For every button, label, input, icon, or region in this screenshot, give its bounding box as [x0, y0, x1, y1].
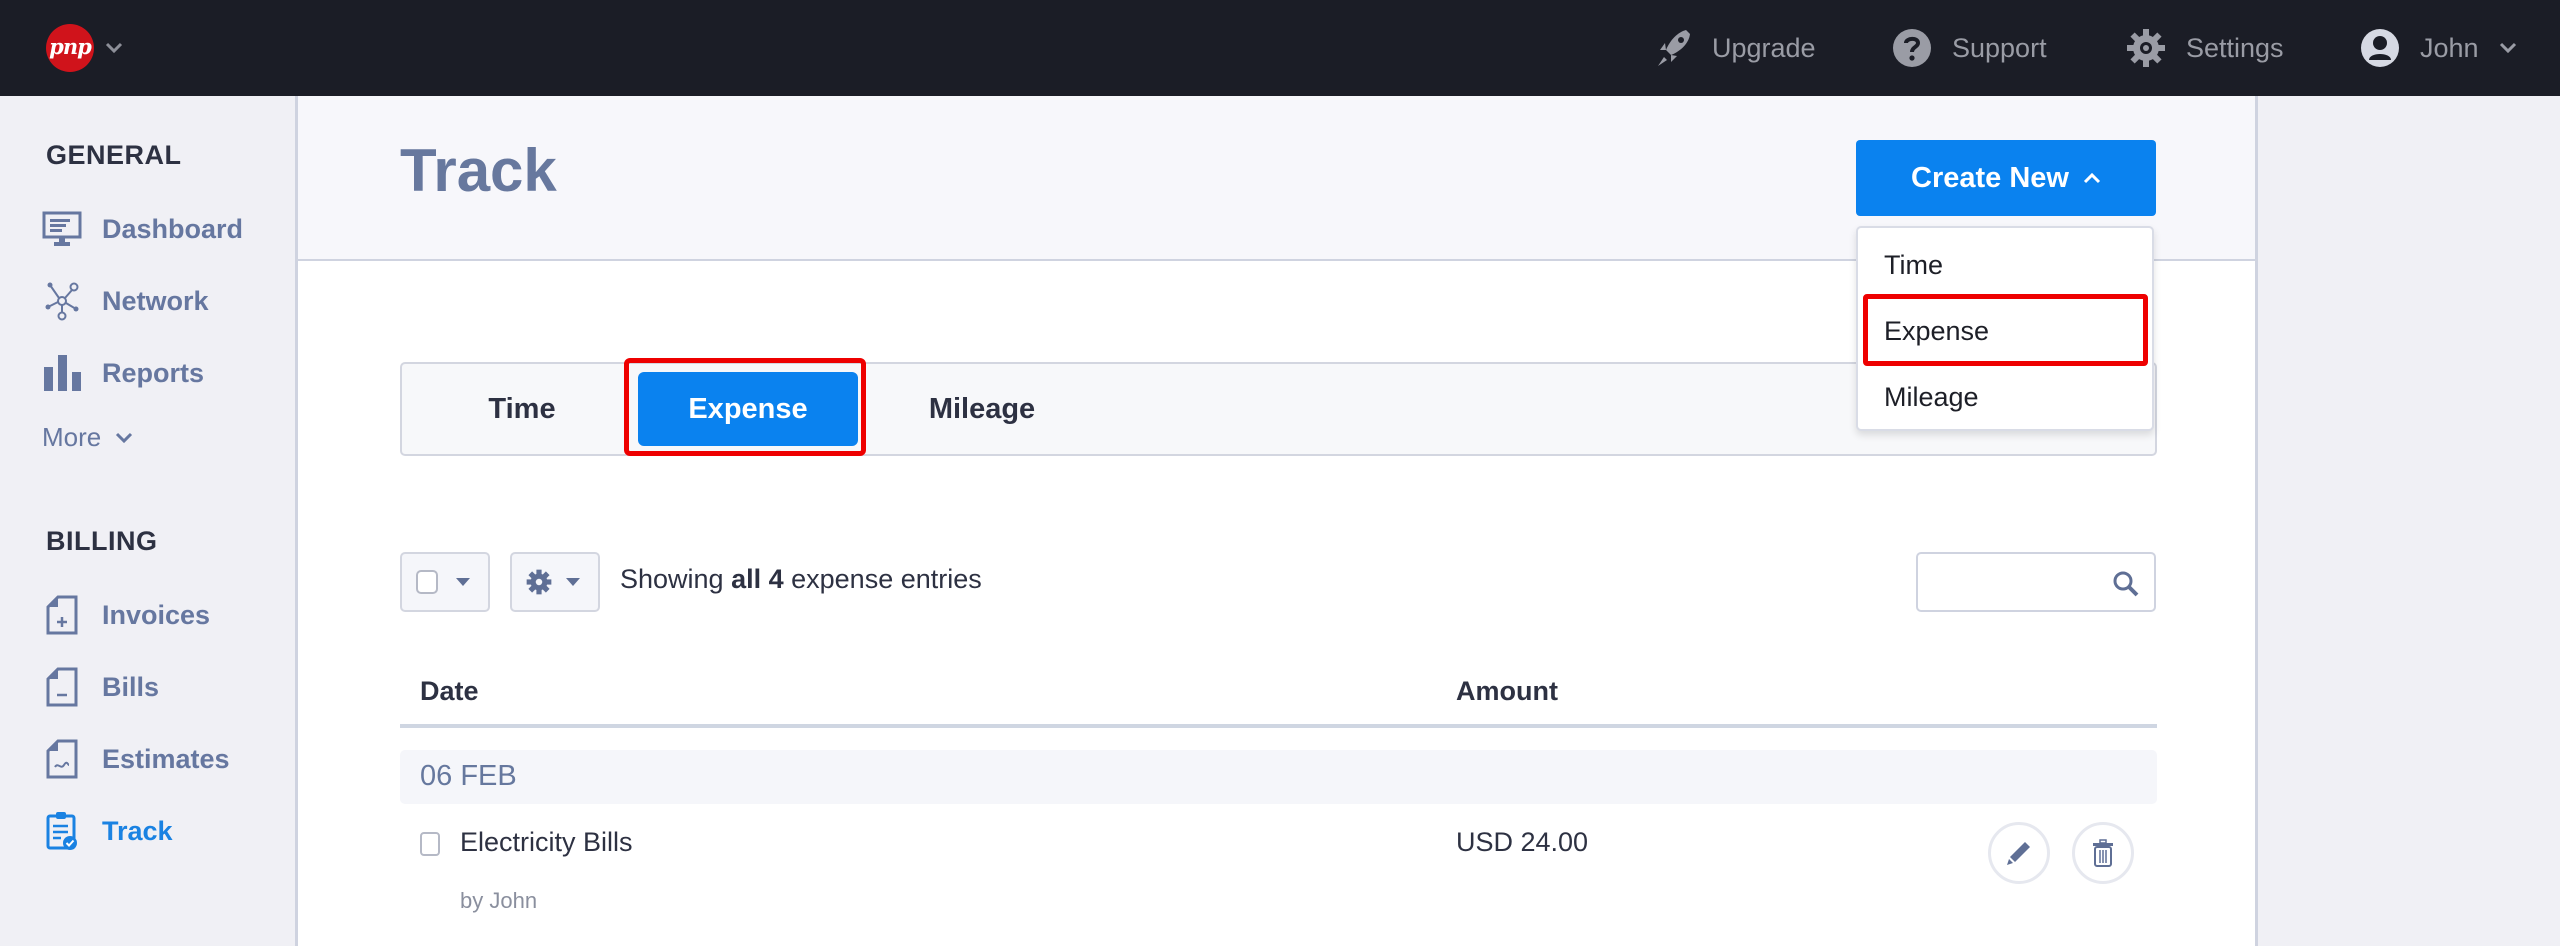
- chevron-down-icon: [116, 432, 133, 443]
- sidebar-item-label: Estimates: [102, 743, 230, 774]
- create-new-label: Create New: [1911, 161, 2069, 194]
- sidebar-item-label: Invoices: [102, 599, 211, 630]
- date-group-header: 06 FEB: [400, 750, 2157, 804]
- trash-icon: [2093, 839, 2113, 867]
- edit-button[interactable]: [1988, 822, 2050, 884]
- caret-down-icon: [456, 578, 470, 586]
- settings-label: Settings: [2186, 32, 2284, 63]
- sidebar-item-label: Network: [102, 285, 209, 316]
- caret-down-icon: [566, 578, 580, 586]
- chevron-down-icon[interactable]: [104, 38, 124, 58]
- section-title-general: GENERAL: [46, 140, 182, 170]
- sidebar-item-estimates[interactable]: Estimates: [42, 736, 230, 782]
- sidebar-item-invoices[interactable]: Invoices: [42, 592, 210, 638]
- settings-link[interactable]: Settings: [2126, 26, 2284, 70]
- page-title: Track: [400, 137, 557, 204]
- delete-button[interactable]: [2072, 822, 2134, 884]
- section-title-billing: BILLING: [46, 526, 158, 556]
- expense-amount: USD 24.00: [1456, 827, 1589, 857]
- select-all-checkbox[interactable]: [416, 570, 438, 594]
- expense-title[interactable]: Electricity Bills: [460, 827, 633, 858]
- bulk-select-dropdown[interactable]: [400, 552, 490, 612]
- bulk-actions-dropdown[interactable]: [510, 552, 600, 612]
- support-link[interactable]: Support: [1892, 26, 2047, 70]
- create-new-button[interactable]: Create New: [1856, 140, 2156, 216]
- search-input[interactable]: [1916, 552, 2156, 612]
- user-menu[interactable]: John: [2360, 26, 2537, 70]
- upgrade-label: Upgrade: [1712, 32, 1816, 63]
- pencil-icon: [2007, 842, 2030, 865]
- sidebar-item-label: Reports: [102, 357, 205, 388]
- search-icon[interactable]: [2112, 570, 2140, 598]
- more-label: More: [42, 422, 102, 452]
- results-summary: Showing all 4 expense entries: [620, 564, 982, 595]
- chevron-up-icon: [2083, 172, 2101, 184]
- sidebar: GENERAL Dashboard Network Reports More B…: [0, 96, 298, 946]
- menu-item-mileage[interactable]: Mileage: [1884, 382, 1979, 413]
- chevron-down-icon: [2499, 42, 2516, 54]
- sidebar-item-label: Dashboard: [102, 213, 244, 244]
- column-header-date[interactable]: Date: [420, 676, 479, 707]
- gear-icon: [2127, 29, 2165, 67]
- sidebar-item-label: Bills: [102, 671, 160, 702]
- right-gutter: [2255, 96, 2560, 946]
- user-avatar-icon: [2361, 29, 2399, 67]
- monitor-icon: [42, 209, 82, 249]
- menu-item-expense[interactable]: Expense: [1884, 316, 1989, 347]
- main-content: Track Create New Time Expense Mileage Ti…: [298, 96, 2255, 946]
- group-date: 06 FEB: [420, 760, 517, 792]
- bill-icon: [42, 667, 82, 707]
- row-checkbox[interactable]: [420, 832, 440, 856]
- highlight-box: [624, 358, 866, 456]
- sidebar-more-toggle[interactable]: More: [42, 422, 133, 453]
- sidebar-item-bills[interactable]: Bills: [42, 664, 159, 710]
- help-icon: [1893, 29, 1931, 67]
- sidebar-item-reports[interactable]: Reports: [42, 350, 204, 396]
- summary-suffix: expense entries: [783, 564, 982, 594]
- expense-author: by John: [460, 888, 538, 913]
- support-label: Support: [1952, 32, 2047, 63]
- top-navigation-bar: pnp Upgrade Support Settings John: [0, 0, 2560, 96]
- create-new-menu: Time Expense Mileage: [1856, 226, 2154, 431]
- summary-count: all 4: [731, 564, 784, 594]
- clipboard-check-icon: [42, 811, 82, 851]
- upgrade-link[interactable]: Upgrade: [1656, 26, 1816, 70]
- network-icon: [42, 281, 82, 321]
- invoice-icon: [42, 595, 82, 635]
- app-logo[interactable]: pnp: [46, 24, 94, 72]
- tab-time[interactable]: Time: [462, 364, 582, 454]
- menu-item-time[interactable]: Time: [1884, 250, 1943, 281]
- sidebar-item-dashboard[interactable]: Dashboard: [42, 206, 243, 252]
- estimate-icon: [42, 739, 82, 779]
- tab-mileage[interactable]: Mileage: [902, 364, 1062, 454]
- summary-prefix: Showing: [620, 564, 732, 594]
- bar-chart-icon: [42, 353, 82, 393]
- user-name: John: [2420, 32, 2479, 63]
- column-header-amount[interactable]: Amount: [1456, 676, 1558, 707]
- sidebar-item-label: Track: [102, 815, 173, 846]
- rocket-icon: [1658, 30, 1690, 66]
- gear-icon: [526, 569, 552, 595]
- sidebar-item-network[interactable]: Network: [42, 278, 209, 324]
- sidebar-item-track[interactable]: Track: [42, 808, 173, 854]
- header-divider: [400, 724, 2157, 728]
